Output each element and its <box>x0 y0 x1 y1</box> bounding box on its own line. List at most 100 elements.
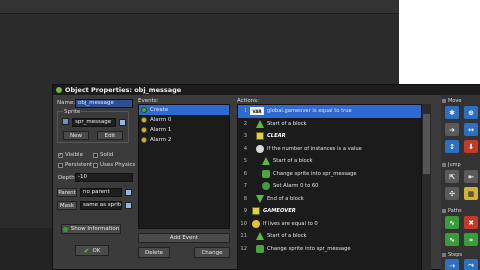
event-item[interactable]: Create <box>139 105 229 115</box>
tab-move[interactable]: Move <box>441 97 480 104</box>
instance-count-icon <box>256 144 264 153</box>
step-towards-icon[interactable]: ⇢ <box>445 259 459 270</box>
edit-sprite-button[interactable]: Edit <box>97 131 123 140</box>
tab-toggle-icon <box>442 252 446 257</box>
action-number: 12 <box>240 245 247 252</box>
action-row[interactable]: 5 Start of a block <box>238 155 430 168</box>
scrollbar-thumb[interactable] <box>423 114 430 174</box>
action-text: Start of a block <box>273 158 313 165</box>
path-position-icon[interactable]: ∿ <box>445 233 459 246</box>
actions-list[interactable]: 1 VAR global.gameover is equal to true 2… <box>237 104 431 270</box>
tab-toggle-icon <box>442 98 446 103</box>
action-number: 3 <box>243 133 247 140</box>
sprite-preview-icon <box>62 118 69 125</box>
action-number: 10 <box>240 220 247 227</box>
action-text: Start of a block <box>267 120 307 127</box>
tab-paths[interactable]: Paths <box>441 207 480 214</box>
parent-menu-icon[interactable] <box>125 189 132 196</box>
event-label: Alarm 0 <box>150 117 172 123</box>
parent-field[interactable]: no parent <box>80 188 122 197</box>
comment-icon <box>252 207 260 216</box>
action-row[interactable]: 3 CLEAR <box>238 130 430 143</box>
action-row[interactable]: 6 Change sprite into spr_message <box>238 168 430 181</box>
tab-paths-label: Paths <box>448 207 462 214</box>
steps-actions-grid: ⇢ ⤳ <box>445 259 479 270</box>
events-list[interactable]: Create Alarm 0 Alarm 1 Alarm 2 <box>138 104 230 229</box>
paths-actions-grid: ∿ ✖ ∿ » <box>445 216 479 246</box>
action-row[interactable]: 8 End of a block <box>238 193 430 206</box>
jump-actions-grid: ⇱ ⇤ ✣ ▦ <box>445 170 479 200</box>
lives-check-icon <box>252 219 260 228</box>
change-event-button[interactable]: Change <box>194 247 230 258</box>
move-actions-grid: ✱ ⊕ ➜ ↔ ↕ ⬇ <box>445 106 479 153</box>
sprite-menu-icon[interactable] <box>119 119 126 126</box>
action-text: GAMEOVER <box>263 208 296 215</box>
window-titlebar[interactable]: Object Properties: obj_message <box>53 85 480 95</box>
event-item[interactable]: Alarm 2 <box>139 135 229 145</box>
visible-checkbox[interactable]: ✓ Visible <box>58 152 83 158</box>
snap-grid-icon[interactable]: ▦ <box>464 187 478 200</box>
speed-vertical-icon[interactable]: ↕ <box>445 140 459 153</box>
mask-button[interactable]: Mask <box>57 201 77 210</box>
persistent-box <box>58 162 63 168</box>
visible-label: Visible <box>65 152 83 158</box>
move-towards-icon[interactable]: ➜ <box>445 123 459 136</box>
solid-checkbox[interactable]: Solid <box>93 152 113 158</box>
action-number: 11 <box>240 233 247 240</box>
event-item[interactable]: Alarm 1 <box>139 125 229 135</box>
set-gravity-icon[interactable]: ⬇ <box>464 140 478 153</box>
tab-steps-label: Steps <box>448 251 462 258</box>
tab-jump-label: Jump <box>448 161 461 168</box>
speed-horizontal-icon[interactable]: ↔ <box>464 123 478 136</box>
change-sprite-icon <box>256 244 264 253</box>
change-sprite-icon <box>262 169 270 178</box>
solid-box <box>93 152 98 158</box>
show-information-button[interactable]: Show Information <box>61 224 121 234</box>
parent-button[interactable]: Parent <box>57 188 77 197</box>
jump-random-icon[interactable]: ✣ <box>445 187 459 200</box>
ide-bottom-left <box>0 228 60 270</box>
add-event-button[interactable]: Add Event <box>138 233 230 243</box>
create-bulb-icon <box>141 107 147 113</box>
jump-position-icon[interactable]: ⇱ <box>445 170 459 183</box>
physics-box <box>93 162 98 168</box>
sprite-field[interactable]: spr_message <box>72 118 116 127</box>
action-row[interactable]: 12 Change sprite into spr_message <box>238 243 430 256</box>
ok-button[interactable]: ✔ OK <box>75 245 109 256</box>
action-row[interactable]: 1 VAR global.gameover is equal to true <box>238 105 430 118</box>
new-sprite-button[interactable]: New <box>63 131 89 140</box>
comment-icon <box>256 132 264 141</box>
action-text: If lives are equal to 0 <box>263 220 318 227</box>
action-number: 2 <box>243 120 247 127</box>
start-block-icon <box>256 119 264 128</box>
persistent-label: Persistent <box>65 162 93 168</box>
action-row[interactable]: 9 GAMEOVER <box>238 205 430 218</box>
persistent-checkbox[interactable]: Persistent <box>58 162 92 168</box>
action-row[interactable]: 7 Set Alarm 0 to 60 <box>238 180 430 193</box>
set-path-icon[interactable]: ∿ <box>445 216 459 229</box>
actions-scrollbar[interactable] <box>421 104 431 270</box>
jump-start-icon[interactable]: ⇤ <box>464 170 478 183</box>
action-row[interactable]: 11 Start of a block <box>238 230 430 243</box>
delete-event-button[interactable]: Delete <box>138 247 170 258</box>
mask-menu-icon[interactable] <box>125 202 132 209</box>
move-fixed-icon[interactable]: ✱ <box>445 106 459 119</box>
ok-label: OK <box>92 247 101 254</box>
object-properties-window: Object Properties: obj_message Name: obj… <box>52 84 480 270</box>
action-row[interactable]: 2 Start of a block <box>238 118 430 131</box>
action-row[interactable]: 10 If lives are equal to 0 <box>238 218 430 231</box>
tab-steps[interactable]: Steps <box>441 251 480 258</box>
uses-physics-checkbox[interactable]: Uses Physics <box>93 162 135 168</box>
move-free-icon[interactable]: ⊕ <box>464 106 478 119</box>
name-field[interactable]: obj_message <box>75 99 133 108</box>
path-speed-icon[interactable]: » <box>464 233 478 246</box>
depth-field[interactable]: -10 <box>75 173 133 182</box>
step-avoid-icon[interactable]: ⤳ <box>464 259 478 270</box>
action-row[interactable]: 4 If the number of instances is a value <box>238 143 430 156</box>
event-label: Alarm 2 <box>150 137 172 143</box>
event-item[interactable]: Alarm 0 <box>139 115 229 125</box>
ok-check-icon: ✔ <box>83 246 90 255</box>
tab-jump[interactable]: Jump <box>441 161 480 168</box>
mask-field[interactable]: same as sprite <box>80 201 122 210</box>
end-path-icon[interactable]: ✖ <box>464 216 478 229</box>
